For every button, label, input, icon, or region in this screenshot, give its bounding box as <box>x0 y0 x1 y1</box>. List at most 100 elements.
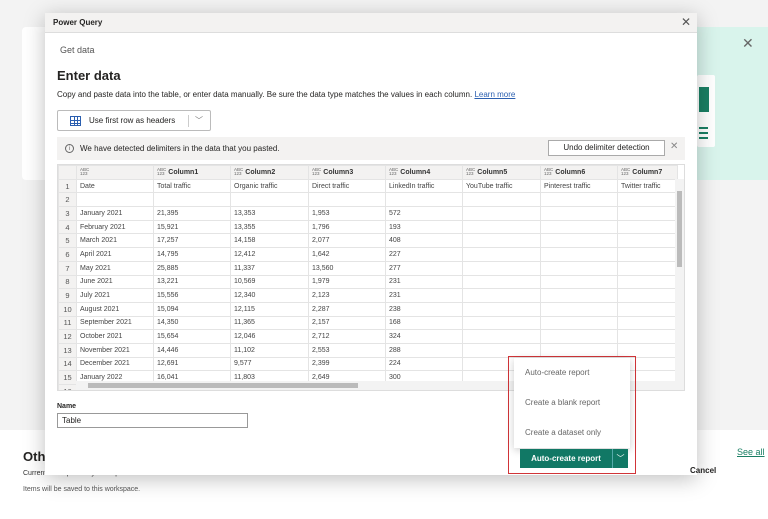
table-cell[interactable]: March 2021 <box>76 233 154 249</box>
table-cell[interactable]: 572 <box>385 206 463 221</box>
chevron-down-icon[interactable]: ﹀ <box>195 115 203 126</box>
table-cell[interactable]: 1,979 <box>308 274 386 290</box>
table-cell[interactable]: 11,365 <box>230 315 309 331</box>
table-cell[interactable] <box>462 247 541 262</box>
table-cell[interactable] <box>540 260 618 276</box>
table-cell[interactable] <box>308 192 386 208</box>
close-icon[interactable]: ✕ <box>681 15 691 29</box>
table-cell[interactable]: 231 <box>385 274 463 290</box>
auto-create-report-button[interactable]: Auto-create report <box>520 449 612 468</box>
table-cell[interactable] <box>462 315 541 331</box>
vertical-scrollbar[interactable] <box>675 179 684 390</box>
table-cell[interactable]: April 2021 <box>76 247 154 262</box>
table-cell[interactable] <box>617 219 678 235</box>
table-cell[interactable] <box>617 233 678 249</box>
table-cell[interactable]: YouTube traffic <box>462 178 541 194</box>
table-cell[interactable]: 14,446 <box>153 342 231 358</box>
undo-delimiter-button[interactable]: Undo delimiter detection <box>548 140 665 156</box>
learn-more-link[interactable]: Learn more <box>474 90 515 99</box>
table-cell[interactable]: Organic traffic <box>230 178 309 194</box>
table-cell[interactable]: 15,654 <box>153 329 231 344</box>
table-cell[interactable] <box>385 192 463 208</box>
table-cell[interactable]: 2,399 <box>308 356 386 372</box>
table-cell[interactable]: July 2021 <box>76 288 154 303</box>
table-cell[interactable]: 2,077 <box>308 233 386 249</box>
table-cell[interactable] <box>540 192 618 208</box>
column-header[interactable]: ABC 123 Column5 <box>462 165 541 180</box>
column-header[interactable]: ABC 123 Column2 <box>230 165 309 180</box>
column-header[interactable]: ABC 123 Column6 <box>540 165 618 180</box>
table-cell[interactable]: 408 <box>385 233 463 249</box>
table-cell[interactable] <box>462 329 541 344</box>
table-cell[interactable] <box>617 301 678 317</box>
breadcrumb[interactable]: Get data <box>60 45 95 55</box>
table-cell[interactable]: 15,921 <box>153 219 231 235</box>
table-cell[interactable]: 277 <box>385 260 463 276</box>
table-cell[interactable]: 12,046 <box>230 329 309 344</box>
table-cell[interactable] <box>617 192 678 208</box>
column-header[interactable]: ABC 123 Column3 <box>308 165 386 180</box>
type-any-icon[interactable]: ABC 123 <box>466 168 475 177</box>
table-cell[interactable]: 11,102 <box>230 342 309 358</box>
table-cell[interactable] <box>462 274 541 290</box>
table-cell[interactable] <box>617 288 678 303</box>
table-cell[interactable]: 14,158 <box>230 233 309 249</box>
table-cell[interactable] <box>462 260 541 276</box>
table-cell[interactable]: 15,556 <box>153 288 231 303</box>
table-cell[interactable] <box>617 247 678 262</box>
table-cell[interactable] <box>540 329 618 344</box>
chevron-down-icon[interactable]: ﹀ <box>612 449 628 468</box>
table-cell[interactable]: December 2021 <box>76 356 154 372</box>
table-cell[interactable]: 21,395 <box>153 206 231 221</box>
type-any-icon[interactable]: ABC 123 <box>389 168 398 177</box>
table-cell[interactable] <box>540 301 618 317</box>
table-cell[interactable] <box>462 233 541 249</box>
table-cell[interactable]: 12,340 <box>230 288 309 303</box>
table-cell[interactable]: June 2021 <box>76 274 154 290</box>
table-cell[interactable]: 17,257 <box>153 233 231 249</box>
cancel-button[interactable]: Cancel <box>690 466 716 475</box>
column-header[interactable]: ABC 123 Column7 <box>617 165 678 180</box>
table-cell[interactable]: 227 <box>385 247 463 262</box>
table-cell[interactable] <box>617 260 678 276</box>
see-all-link[interactable]: See all <box>737 447 765 457</box>
table-cell[interactable] <box>462 288 541 303</box>
column-header[interactable]: ABC 123 <box>76 165 154 180</box>
column-header[interactable]: ABC 123 Column1 <box>153 165 231 180</box>
table-cell[interactable]: 10,569 <box>230 274 309 290</box>
close-icon[interactable]: ✕ <box>670 141 678 152</box>
table-cell[interactable]: 231 <box>385 288 463 303</box>
name-input[interactable]: Table <box>57 413 248 428</box>
table-cell[interactable]: 13,560 <box>308 260 386 276</box>
table-cell[interactable]: 13,355 <box>230 219 309 235</box>
table-cell[interactable]: 14,795 <box>153 247 231 262</box>
type-any-icon[interactable]: ABC 123 <box>80 168 89 177</box>
table-cell[interactable]: 2,287 <box>308 301 386 317</box>
table-cell[interactable]: 9,577 <box>230 356 309 372</box>
table-cell[interactable] <box>462 219 541 235</box>
table-cell[interactable]: 1,796 <box>308 219 386 235</box>
table-cell[interactable]: January 2021 <box>76 206 154 221</box>
table-cell[interactable] <box>76 192 154 208</box>
table-cell[interactable] <box>153 192 231 208</box>
table-cell[interactable]: Direct traffic <box>308 178 386 194</box>
table-cell[interactable]: 12,412 <box>230 247 309 262</box>
table-cell[interactable]: November 2021 <box>76 342 154 358</box>
table-cell[interactable]: 193 <box>385 219 463 235</box>
table-cell[interactable]: Date <box>76 178 154 194</box>
table-cell[interactable] <box>617 315 678 331</box>
table-cell[interactable]: 2,553 <box>308 342 386 358</box>
column-header[interactable]: ABC 123 Column4 <box>385 165 463 180</box>
table-cell[interactable]: 324 <box>385 329 463 344</box>
table-cell[interactable] <box>617 274 678 290</box>
menu-item-auto-create[interactable]: Auto-create report <box>514 358 630 388</box>
table-cell[interactable] <box>230 192 309 208</box>
table-cell[interactable]: Total traffic <box>153 178 231 194</box>
table-cell[interactable] <box>540 206 618 221</box>
table-cell[interactable]: 1,953 <box>308 206 386 221</box>
table-cell[interactable]: 12,115 <box>230 301 309 317</box>
table-cell[interactable]: 1,642 <box>308 247 386 262</box>
type-any-icon[interactable]: ABC 123 <box>544 168 553 177</box>
table-cell[interactable] <box>540 315 618 331</box>
table-cell[interactable]: 2,712 <box>308 329 386 344</box>
